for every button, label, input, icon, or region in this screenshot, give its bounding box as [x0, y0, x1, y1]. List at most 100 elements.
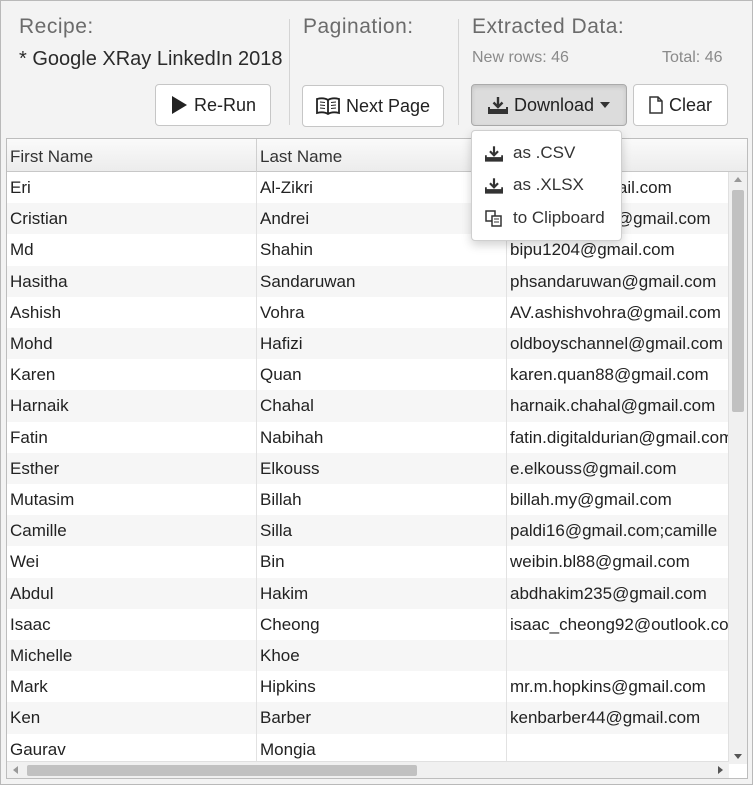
file-icon [649, 96, 663, 114]
download-dropdown-menu: as .CSV as .XLSX to Clipboard [471, 130, 622, 241]
cell-last-name: Bin [257, 546, 507, 578]
cell-last-name: Billah [257, 484, 507, 516]
table-row[interactable]: Gaurav Mongia [7, 733, 729, 764]
cell-first-name: Mark [7, 671, 257, 703]
cell-last-name: Vohra [257, 296, 507, 328]
cell-email: oldboyschannel@gmail.com [510, 334, 723, 353]
cell-first-name: Wei [7, 546, 257, 578]
cell-email: isaac_cheong92@outlook.com [510, 614, 729, 634]
menu-item-csv[interactable]: as .CSV [472, 137, 623, 169]
column-header-first-name[interactable]: First Name [7, 139, 257, 172]
clear-label: Clear [668, 94, 712, 115]
cell-last-name: Hafizi [257, 328, 507, 360]
table-row[interactable]: Hasitha Sandaruwan phsandaruwan@gmail.co… [7, 265, 729, 297]
menu-item-xlsx[interactable]: as .XLSX [472, 169, 623, 201]
cell-first-name: Mohd [7, 328, 257, 360]
scroll-left-arrow-icon[interactable] [13, 766, 18, 774]
menu-item-label: to Clipboard [513, 208, 605, 227]
cell-first-name: Md [7, 234, 257, 266]
recipe-name: * Google XRay LinkedIn 2018 [19, 48, 283, 70]
section-divider [289, 19, 290, 125]
clipboard-icon [484, 209, 504, 227]
vertical-scroll-thumb[interactable] [732, 190, 744, 412]
cell-email [507, 734, 729, 764]
cell-email: fatin.digitaldurian@gmail.com [510, 427, 729, 447]
scroll-right-arrow-icon[interactable] [718, 766, 723, 774]
table-row[interactable]: Mutasim Billah billah.my@gmail.com [7, 484, 729, 516]
table-row[interactable]: Isaac Cheong isaac_cheong92@outlook.com [7, 608, 729, 640]
cell-email: mr.m.hopkins@gmail.com [510, 677, 706, 697]
table-row[interactable]: Camille Silla paldi16@gmail.com;camille [7, 515, 729, 547]
cell-last-name: Shahin [257, 234, 507, 266]
cell-first-name: Ken [7, 702, 257, 734]
cell-first-name: Mutasim [7, 484, 257, 516]
menu-item-clipboard[interactable]: to Clipboard [472, 202, 623, 234]
clear-button[interactable]: Clear [633, 84, 728, 126]
cell-email: harnaik.chahal@gmail.com [510, 396, 716, 416]
cell-last-name: Khoe [257, 640, 507, 672]
table-header: First Name Last Name Email [7, 139, 747, 172]
column-header-last-name[interactable]: Last Name [257, 139, 507, 172]
next-page-label: Next Page [345, 95, 431, 116]
cell-last-name: Nabihah [257, 421, 507, 453]
scroll-up-arrow-icon[interactable] [734, 177, 742, 182]
cell-first-name: Michelle [7, 640, 257, 672]
cell-email: karen.quan88@gmail.com [510, 365, 709, 385]
caret-down-icon [600, 102, 611, 108]
rerun-label: Re-Run [193, 94, 257, 115]
cell-last-name: Silla [257, 515, 507, 547]
cell-last-name: Sandaruwan [257, 265, 507, 297]
table-row[interactable]: Fatin Nabihah fatin.digitaldurian@gmail.… [7, 421, 729, 453]
cell-first-name: Harnaik [7, 390, 257, 422]
download-icon [487, 96, 508, 114]
cell-email: abdhakim235@gmail.com [510, 583, 707, 603]
next-page-button[interactable]: Next Page [302, 85, 444, 127]
cell-last-name: Chahal [257, 390, 507, 422]
cell-first-name: Isaac [7, 608, 257, 640]
horizontal-scroll-thumb[interactable] [27, 765, 417, 776]
table-row[interactable]: Ashish Vohra AV.ashishvohra@gmail.com [7, 296, 729, 328]
cell-last-name: Mongia [257, 733, 507, 764]
cell-first-name: Abdul [7, 577, 257, 609]
download-button[interactable]: Download [471, 84, 627, 126]
section-divider [458, 19, 459, 125]
scroll-down-arrow-icon[interactable] [734, 754, 742, 759]
play-icon [170, 95, 188, 115]
table-row[interactable]: Michelle Khoe [7, 640, 729, 672]
download-icon [484, 177, 504, 194]
rerun-button[interactable]: Re-Run [155, 84, 271, 126]
table-row[interactable]: Abdul Hakim abdhakim235@gmail.com [7, 577, 729, 609]
table-row[interactable]: Ken Barber kenbarber44@gmail.com [7, 702, 729, 734]
table-row[interactable]: Karen Quan karen.quan88@gmail.com [7, 359, 729, 391]
table-row[interactable]: Mark Hipkins mr.m.hopkins@gmail.com [7, 671, 729, 703]
cell-email [507, 640, 729, 671]
cell-first-name: Hasitha [7, 265, 257, 297]
cell-last-name: Al-Zikri [257, 172, 507, 204]
table-row[interactable]: Esther Elkouss e.elkouss@gmail.com [7, 452, 729, 484]
recipe-title: Recipe: [19, 15, 94, 38]
total-count: Total: 46 [662, 49, 723, 66]
cell-first-name: Camille [7, 515, 257, 547]
cell-email: billah.my@gmail.com [510, 490, 672, 509]
table-row[interactable]: Harnaik Chahal harnaik.chahal@gmail.com [7, 390, 729, 422]
cell-last-name: Cheong [257, 608, 507, 640]
vertical-scrollbar[interactable] [728, 172, 747, 764]
cell-email: kenbarber44@gmail.com [510, 708, 701, 728]
menu-item-label: as .CSV [513, 143, 576, 162]
cell-last-name: Hakim [257, 577, 507, 609]
table-body: Eri Al-Zikri eri.alzikri@gmail.com Crist… [7, 172, 729, 764]
horizontal-scrollbar[interactable] [7, 761, 729, 778]
cell-email: weibin.bl88@gmail.com [510, 552, 690, 572]
cell-last-name: Hipkins [257, 671, 507, 703]
cell-first-name: Esther [7, 452, 257, 484]
data-grid: First Name Last Name Email Eri Al-Zikri … [6, 138, 748, 779]
table-row[interactable]: Mohd Hafizi oldboyschannel@gmail.com [7, 328, 729, 360]
cell-first-name: Karen [7, 359, 257, 391]
download-label: Download [513, 94, 595, 115]
cell-first-name: Cristian [7, 203, 257, 235]
cell-last-name: Elkouss [257, 452, 507, 484]
cell-first-name: Ashish [7, 296, 257, 328]
menu-item-label: as .XLSX [513, 175, 584, 194]
pagination-title: Pagination: [303, 15, 414, 38]
table-row[interactable]: Wei Bin weibin.bl88@gmail.com [7, 546, 729, 578]
